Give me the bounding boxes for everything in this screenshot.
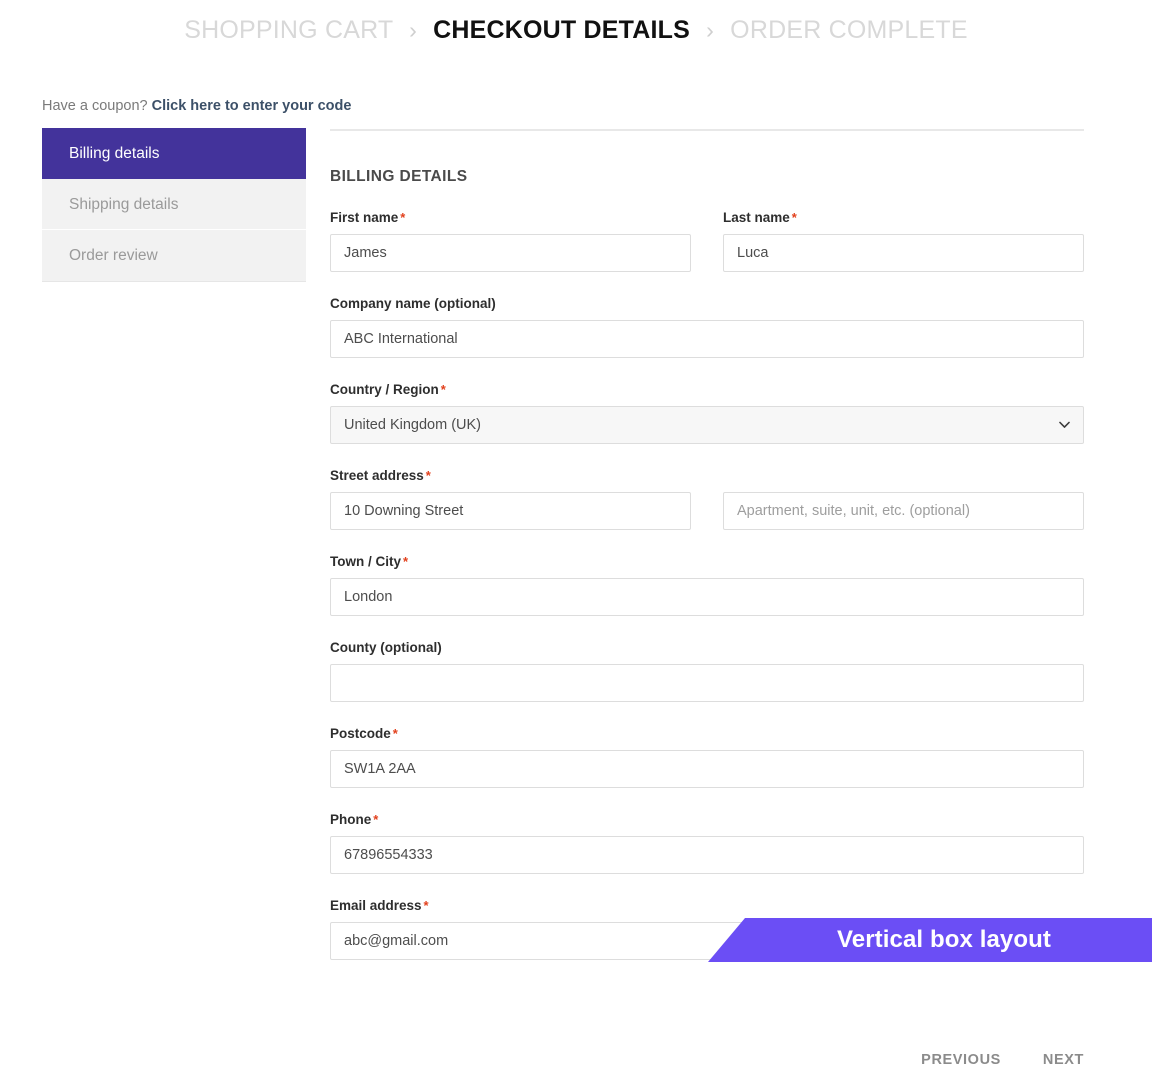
street-line1-group — [330, 492, 691, 530]
phone-group: Phone * — [330, 812, 1084, 874]
breadcrumb-step-checkout-details[interactable]: CHECKOUT DETAILS — [433, 16, 690, 44]
postcode-label-text: Postcode — [330, 726, 391, 741]
name-row: First name* Last name* — [330, 210, 1084, 272]
checkout-page: SHOPPING CART › CHECKOUT DETAILS › ORDER… — [0, 0, 1152, 1092]
billing-details-form: BILLING DETAILS First name* Last name* C… — [330, 129, 1084, 960]
last-name-group: Last name * — [723, 210, 1084, 272]
postcode-input[interactable] — [330, 750, 1084, 788]
breadcrumb-step-order-complete[interactable]: ORDER COMPLETE — [730, 16, 968, 44]
phone-input[interactable] — [330, 836, 1084, 874]
annotation-ribbon: Vertical box layout — [708, 918, 1152, 962]
country-group: Country / Region * United Kingdom (UK) — [330, 382, 1084, 444]
sidebar-item-order-review[interactable]: Order review — [42, 230, 306, 281]
street-address-input[interactable] — [330, 492, 691, 530]
street-address-label-text: Street address — [330, 468, 424, 483]
street-address-label: Street address * — [330, 468, 1084, 483]
last-name-label-text: Last name — [723, 210, 790, 225]
last-name-label: Last name * — [723, 210, 1084, 225]
city-label-text: Town / City — [330, 554, 401, 569]
sidebar-item-billing-details[interactable]: Billing details — [42, 128, 306, 179]
postcode-group: Postcode * — [330, 726, 1084, 788]
street-address-group: Street address * — [330, 468, 1084, 530]
breadcrumb-separator-icon: › — [409, 17, 417, 43]
postcode-label: Postcode * — [330, 726, 1084, 741]
country-select[interactable]: United Kingdom (UK) — [330, 406, 1084, 444]
county-group: County (optional) — [330, 640, 1084, 702]
next-button[interactable]: NEXT — [1043, 1052, 1084, 1068]
annotation-ribbon-label: Vertical box layout — [837, 926, 1051, 953]
phone-label-text: Phone — [330, 812, 372, 827]
city-label: Town / City * — [330, 554, 1084, 569]
breadcrumb-step-shopping-cart[interactable]: SHOPPING CART — [184, 16, 393, 44]
city-input[interactable] — [330, 578, 1084, 616]
required-marker: * — [403, 554, 409, 569]
company-input[interactable] — [330, 320, 1084, 358]
form-divider — [330, 129, 1084, 131]
previous-button[interactable]: PREVIOUS — [921, 1052, 1001, 1068]
first-name-label: First name * — [330, 210, 691, 225]
coupon-notice: Have a coupon? Click here to enter your c… — [42, 98, 351, 114]
apartment-input[interactable] — [723, 492, 1084, 530]
company-group: Company name (optional) — [330, 296, 1084, 358]
first-name-label-text: First name — [330, 210, 399, 225]
sidebar-item-shipping-details[interactable]: Shipping details — [42, 179, 306, 230]
country-select-wrapper: United Kingdom (UK) — [330, 406, 1084, 444]
breadcrumb-separator-icon: › — [706, 17, 715, 43]
street-line2-group — [723, 492, 1084, 530]
breadcrumb: SHOPPING CART › CHECKOUT DETAILS › ORDER… — [0, 16, 1152, 45]
email-label-text: Email address — [330, 898, 422, 913]
county-input[interactable] — [330, 664, 1084, 702]
required-marker: * — [791, 210, 797, 225]
city-group: Town / City * — [330, 554, 1084, 616]
coupon-link[interactable]: Click here to enter your code — [152, 98, 352, 114]
country-label-text: Country / Region — [330, 382, 439, 397]
page-title: BILLING DETAILS — [330, 168, 468, 185]
required-marker: * — [392, 726, 398, 741]
required-marker: * — [423, 898, 429, 913]
phone-label: Phone * — [330, 812, 1084, 827]
first-name-group: First name * — [330, 210, 691, 272]
required-marker: * — [425, 468, 431, 483]
county-label: County (optional) — [330, 640, 442, 655]
required-marker: * — [440, 382, 446, 397]
company-label: Company name (optional) — [330, 296, 496, 311]
form-navigation: PREVIOUS NEXT — [0, 1052, 1152, 1068]
required-marker: * — [373, 812, 379, 827]
email-label: Email address * — [330, 898, 1084, 913]
street-address-row — [330, 492, 1084, 530]
checkout-steps-sidebar: Billing details Shipping details Order r… — [42, 128, 306, 282]
first-name-input[interactable] — [330, 234, 691, 272]
last-name-input[interactable] — [723, 234, 1084, 272]
coupon-prompt-label: Have a coupon? — [42, 98, 148, 114]
country-label: Country / Region * — [330, 382, 1084, 397]
required-marker: * — [400, 210, 406, 225]
